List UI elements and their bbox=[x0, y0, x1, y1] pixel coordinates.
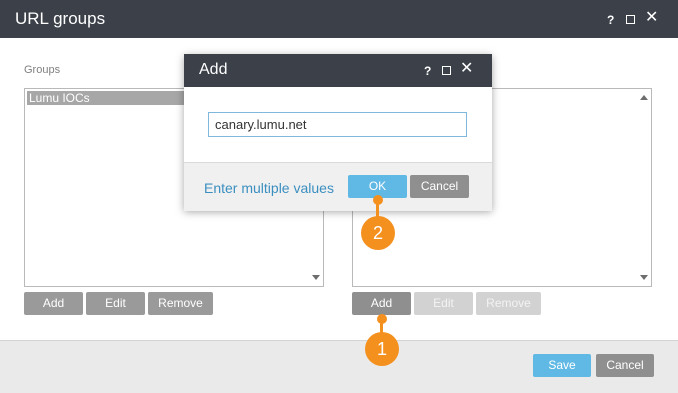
dialog-title: Add bbox=[199, 61, 228, 78]
window-footer: Save Cancel bbox=[0, 340, 678, 393]
save-button[interactable]: Save bbox=[533, 354, 591, 377]
urls-edit-button: Edit bbox=[414, 292, 473, 315]
dialog-cancel-button[interactable]: Cancel bbox=[410, 175, 469, 198]
window-titlebar: URL groups ? ✕ bbox=[0, 0, 678, 38]
add-dialog: Add ? ✕ Enter multiple values OK Cancel bbox=[184, 54, 492, 211]
step-1-callout: 1 bbox=[365, 332, 399, 366]
close-icon[interactable]: ✕ bbox=[460, 61, 473, 77]
groups-label: Groups bbox=[24, 64, 61, 76]
url-input[interactable] bbox=[208, 112, 467, 137]
help-icon[interactable]: ? bbox=[607, 13, 614, 27]
window-title: URL groups bbox=[15, 9, 106, 28]
scroll-down-icon[interactable] bbox=[312, 275, 320, 280]
step-2-callout: 2 bbox=[361, 216, 395, 250]
close-icon[interactable]: ✕ bbox=[645, 10, 658, 26]
cancel-button[interactable]: Cancel bbox=[596, 354, 654, 377]
urls-remove-button: Remove bbox=[476, 292, 541, 315]
enter-multiple-values-link[interactable]: Enter multiple values bbox=[204, 180, 334, 196]
groups-add-button[interactable]: Add bbox=[24, 292, 83, 315]
maximize-icon[interactable] bbox=[442, 66, 451, 75]
maximize-icon[interactable] bbox=[626, 15, 635, 24]
help-icon[interactable]: ? bbox=[424, 64, 431, 78]
callout-stem bbox=[376, 199, 379, 217]
urls-add-button[interactable]: Add bbox=[352, 292, 411, 315]
groups-edit-button[interactable]: Edit bbox=[86, 292, 145, 315]
groups-remove-button[interactable]: Remove bbox=[148, 292, 213, 315]
scroll-down-icon[interactable] bbox=[640, 275, 648, 280]
list-item[interactable]: Lumu IOCs bbox=[27, 91, 184, 105]
scroll-up-icon[interactable] bbox=[640, 95, 648, 100]
dialog-titlebar: Add ? ✕ bbox=[184, 54, 492, 87]
